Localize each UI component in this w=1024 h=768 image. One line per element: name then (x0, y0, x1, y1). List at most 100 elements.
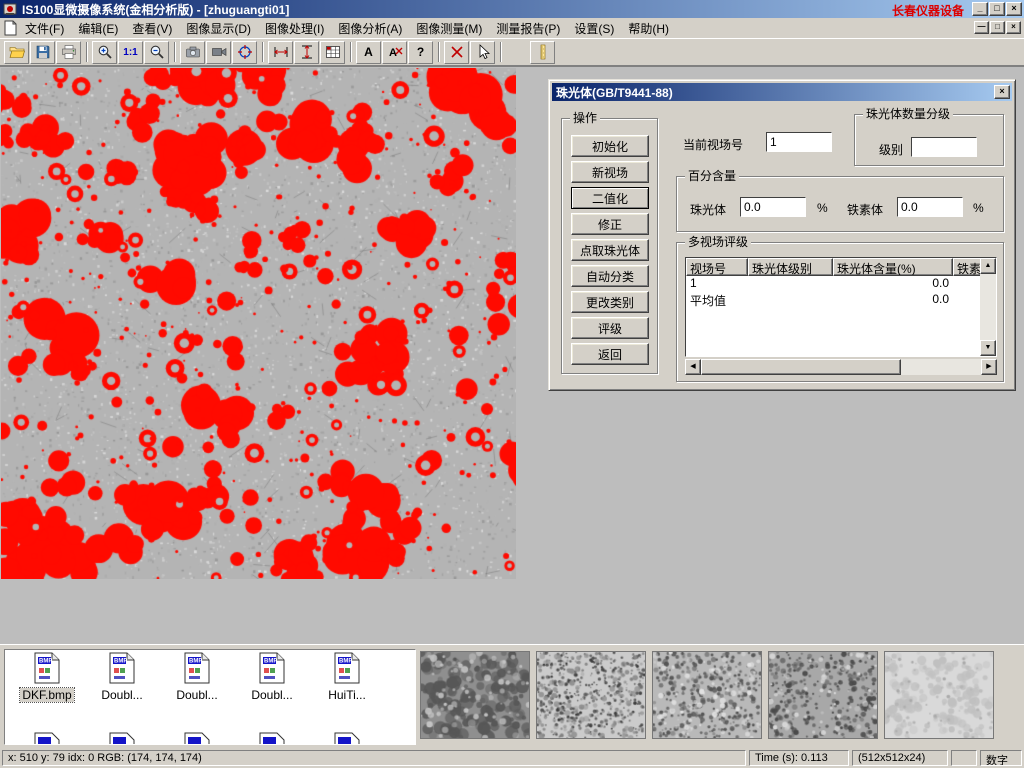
actual-size-button[interactable]: 1:1 (118, 41, 143, 64)
scroll-left-icon[interactable]: ◀ (685, 359, 701, 375)
camera-button[interactable] (180, 41, 205, 64)
font-a-cross-icon: A (387, 44, 403, 60)
pearlite-input[interactable] (740, 197, 806, 217)
header-pearlite-grade: 珠光体级别 (748, 258, 833, 276)
cell-field: 1 (686, 276, 748, 292)
printer-icon (61, 44, 77, 60)
font-button[interactable]: A (356, 41, 381, 64)
open-button[interactable] (4, 41, 29, 64)
menu-image-analysis[interactable]: 图像分析(A) (331, 18, 409, 39)
file-item-doubl2[interactable]: BMP Doubl... (161, 652, 233, 702)
file-item-partial[interactable] (161, 732, 233, 745)
brand-watermark: 长春仪器设备 (892, 2, 964, 19)
binarize-button[interactable]: 二值化 (571, 187, 649, 209)
font-disable-button[interactable]: A (382, 41, 407, 64)
menu-image-measure[interactable]: 图像测量(M) (409, 18, 489, 39)
grid-icon (325, 44, 341, 60)
camera-icon (185, 44, 201, 60)
menu-bar: 文件(F) 编辑(E) 查看(V) 图像显示(D) 图像处理(I) 图像分析(A… (0, 18, 1024, 38)
caliper-vertical-icon (299, 44, 315, 60)
scrollbar-thumb[interactable] (701, 359, 901, 375)
help-button[interactable]: ? (408, 41, 433, 64)
maximize-button[interactable]: □ (989, 2, 1005, 16)
auto-classify-button[interactable]: 自动分类 (571, 265, 649, 287)
level-input[interactable] (911, 137, 977, 157)
pick-pearlite-button[interactable]: 点取珠光体 (571, 239, 649, 261)
table-row[interactable]: 平均值 0.0 (686, 292, 996, 308)
correct-button[interactable]: 修正 (571, 213, 649, 235)
file-item-dkf[interactable]: BMP DKF.bmp (11, 652, 83, 702)
operations-group: 操作 初始化 新视场 二值化 修正 点取珠光体 自动分类 更改类别 评级 返回 (561, 118, 658, 374)
dialog-close-button[interactable]: × (994, 85, 1010, 99)
grade-button[interactable]: 评级 (571, 317, 649, 339)
thumbnail-4[interactable] (768, 651, 878, 739)
close-button[interactable]: × (1006, 2, 1022, 16)
table-row[interactable]: 1 0.0 (686, 276, 996, 292)
thumbnail-1[interactable] (420, 651, 530, 739)
ruler-button[interactable] (530, 41, 555, 64)
menu-edit[interactable]: 编辑(E) (71, 18, 125, 39)
current-field-input[interactable] (766, 132, 832, 152)
percent-legend: 百分含量 (685, 169, 739, 183)
one-to-one-icon: 1:1 (123, 47, 137, 58)
video-button[interactable] (206, 41, 231, 64)
dialog-title-bar[interactable]: 珠光体(GB/T9441-88) × (552, 83, 1012, 101)
zoom-out-button[interactable] (144, 41, 169, 64)
menu-settings[interactable]: 设置(S) (567, 18, 621, 39)
thumbnail-2[interactable] (536, 651, 646, 739)
zoom-in-button[interactable] (92, 41, 117, 64)
table-horizontal-scrollbar[interactable]: ◀ ▶ (685, 359, 997, 375)
scroll-up-icon[interactable]: ▲ (980, 258, 996, 274)
thumbnail-3[interactable] (652, 651, 762, 739)
grid-button[interactable] (320, 41, 345, 64)
bmp-file-icon: BMP (259, 652, 285, 684)
bmp-file-icon (34, 732, 60, 745)
file-item-huiti[interactable]: BMP HuiTi... (311, 652, 383, 702)
pearlite-percent-sign: % (817, 201, 828, 215)
menu-measure-report[interactable]: 测量报告(P) (489, 18, 567, 39)
measure-height-button[interactable] (294, 41, 319, 64)
save-button[interactable] (30, 41, 55, 64)
zoom-in-icon (97, 44, 113, 60)
return-button[interactable]: 返回 (571, 343, 649, 365)
child-minimize-button[interactable]: — (974, 21, 989, 34)
video-camera-icon (211, 44, 227, 60)
bmp-file-icon (259, 732, 285, 745)
ferrite-input[interactable] (897, 197, 963, 217)
menu-image-display[interactable]: 图像显示(D) (179, 18, 258, 39)
file-item-partial[interactable] (236, 732, 308, 745)
new-field-button[interactable]: 新视场 (571, 161, 649, 183)
minimize-button[interactable]: _ (972, 2, 988, 16)
scroll-down-icon[interactable]: ▼ (980, 340, 996, 356)
file-item-doubl1[interactable]: BMP Doubl... (86, 652, 158, 702)
menu-file[interactable]: 文件(F) (18, 18, 71, 39)
cut-button[interactable] (444, 41, 469, 64)
menu-view[interactable]: 查看(V) (125, 18, 179, 39)
file-item-doubl3[interactable]: BMP Doubl... (236, 652, 308, 702)
toolbar-separator (86, 42, 88, 62)
init-button[interactable]: 初始化 (571, 135, 649, 157)
print-button[interactable] (56, 41, 81, 64)
menu-image-processing[interactable]: 图像处理(I) (258, 18, 331, 39)
cell-grade (748, 276, 833, 292)
file-name: HuiTi... (326, 688, 368, 702)
micrograph-canvas[interactable] (1, 68, 516, 579)
toolbar: 1:1 A A ? (0, 38, 1024, 66)
pearlite-dialog: 珠光体(GB/T9441-88) × 操作 初始化 新视场 二值化 修正 点取珠… (548, 79, 1016, 391)
window-title: IS100显微摄像系统(金相分析版) - [zhuguangti01] (22, 1, 289, 18)
target-icon (237, 44, 253, 60)
thumbnail-5[interactable] (884, 651, 994, 739)
child-restore-button[interactable]: □ (990, 21, 1005, 34)
menu-help[interactable]: 帮助(H) (621, 18, 676, 39)
child-close-button[interactable]: × (1006, 21, 1021, 34)
file-item-partial[interactable] (11, 732, 83, 745)
table-vertical-scrollbar[interactable]: ▲ ▼ (980, 258, 996, 356)
app-icon (2, 1, 18, 17)
file-item-partial[interactable] (86, 732, 158, 745)
target-button[interactable] (232, 41, 257, 64)
scroll-right-icon[interactable]: ▶ (981, 359, 997, 375)
pointer-button[interactable] (470, 41, 495, 64)
measure-width-button[interactable] (268, 41, 293, 64)
file-item-partial[interactable] (311, 732, 383, 745)
change-class-button[interactable]: 更改类别 (571, 291, 649, 313)
